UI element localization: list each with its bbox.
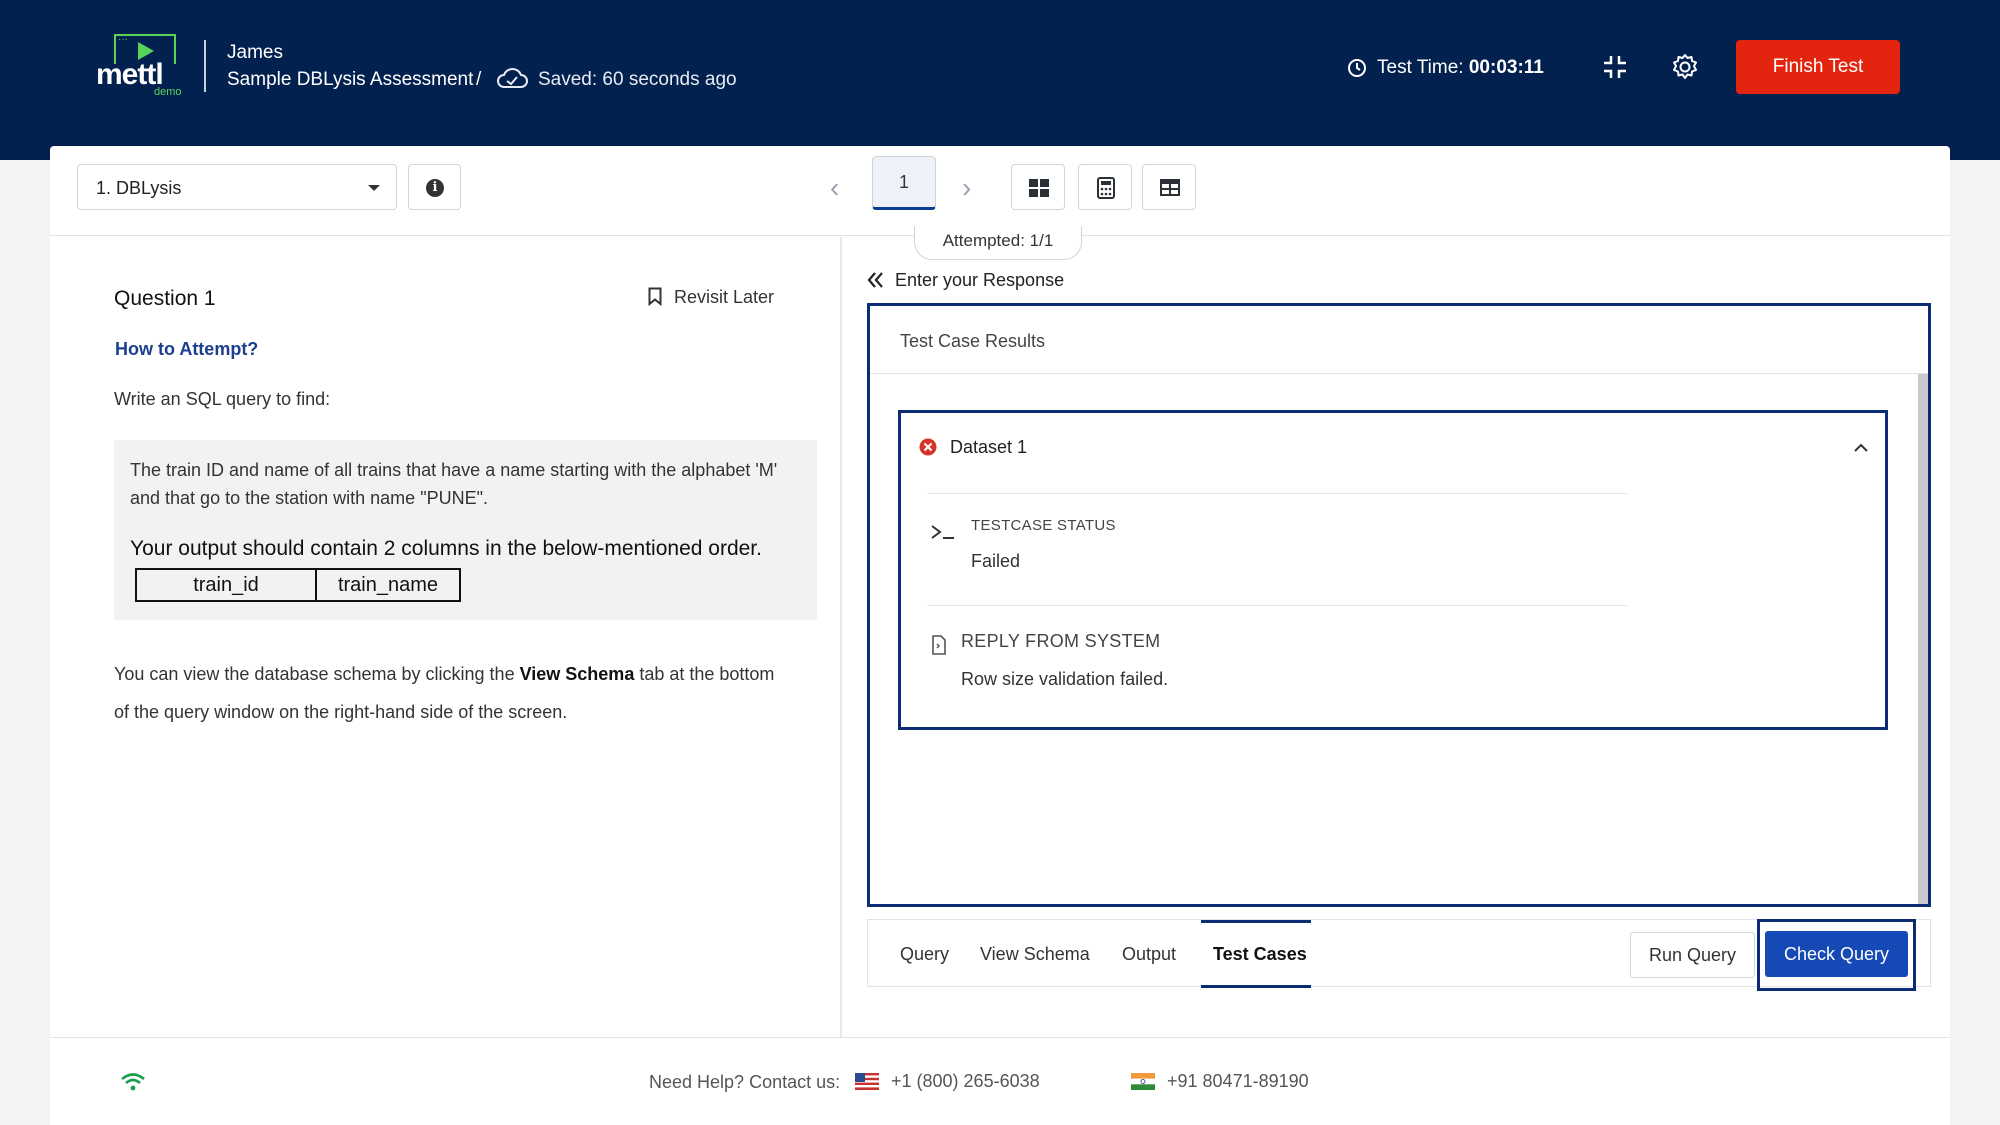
document-icon: [932, 635, 946, 655]
response-heading: Enter your Response: [895, 270, 1065, 290]
question-number-tab[interactable]: 1: [872, 156, 936, 210]
us-flag-icon: [855, 1073, 879, 1090]
info-button[interactable]: i: [408, 164, 461, 210]
chevron-right-icon[interactable]: ›: [962, 172, 971, 204]
run-query-button[interactable]: Run Query: [1630, 932, 1755, 978]
terminal-icon: [931, 525, 954, 539]
tab-test-cases[interactable]: Test Cases: [1213, 944, 1307, 965]
tab-view-schema[interactable]: View Schema: [980, 944, 1090, 965]
test-case-results-panel: Test Case Results Dataset 1 TESTCASE STA…: [867, 303, 1931, 907]
info-icon: i: [426, 179, 444, 197]
india-flag-icon: [1131, 1073, 1155, 1090]
section-select-value: 1. DBLysis: [96, 178, 182, 198]
gear-icon[interactable]: [1671, 53, 1699, 81]
grid-icon: [1029, 179, 1049, 197]
finish-test-button[interactable]: Finish Test: [1736, 40, 1900, 94]
testcase-status-value: Failed: [971, 551, 1021, 571]
question-title: Question 1: [114, 287, 216, 310]
double-chevron-left-icon[interactable]: [866, 270, 886, 290]
calculator-icon: [1097, 177, 1115, 199]
test-time-value: 00:03:11: [1468, 57, 1544, 78]
breadcrumb-separator: /: [476, 69, 482, 90]
clock-icon: [1348, 59, 1366, 77]
schema-instructions: You can view the database schema by clic…: [114, 664, 775, 722]
calculator-button[interactable]: [1078, 164, 1132, 210]
reply-from-system-value: Row size validation failed.: [961, 669, 1169, 689]
app-header: ··· mettl demo James Sample DBLysis Asse…: [0, 0, 2000, 160]
chevron-left-icon[interactable]: ‹: [830, 172, 839, 204]
saved-status: Saved: 60 seconds ago: [538, 69, 737, 90]
mettl-logo: ··· mettl demo: [96, 34, 182, 98]
help-label: Need Help? Contact us:: [649, 1072, 841, 1092]
test-time-label: Test Time:: [1377, 57, 1464, 78]
results-scrollbar[interactable]: [1918, 374, 1928, 904]
test-timer: Test Time: 00:03:11: [1377, 57, 1544, 79]
check-query-focus-ring: Check Query: [1757, 919, 1916, 991]
question-panel: Question 1 Revisit Later How to Attempt?…: [50, 237, 842, 1037]
output-note: Your output should contain 2 columns in …: [130, 537, 762, 560]
question-body: The train ID and name of all trains that…: [130, 460, 778, 508]
section-select[interactable]: 1. DBLysis: [77, 164, 397, 210]
question-intro: Write an SQL query to find:: [114, 389, 331, 409]
reply-from-system-label: REPLY FROM SYSTEM: [961, 631, 1161, 651]
grid-view-button[interactable]: [1011, 164, 1065, 210]
phone-us[interactable]: +1 (800) 265-6038: [891, 1071, 1040, 1092]
testcase-status-label: TESTCASE STATUS: [971, 517, 1116, 534]
bookmark-icon[interactable]: [648, 287, 662, 306]
header-divider: [204, 40, 206, 92]
assessment-name: Sample DBLysis Assessment: [227, 69, 474, 90]
revisit-later-button[interactable]: Revisit Later: [674, 287, 774, 308]
logo-demo-label: demo: [154, 86, 182, 98]
tab-query[interactable]: Query: [900, 944, 949, 965]
attempted-counter: Attempted: 1/1: [914, 226, 1082, 260]
help-footer: Need Help? Contact us: +1 (800) 265-6038…: [50, 1037, 1950, 1125]
cloud-check-icon: [497, 68, 528, 88]
dataset-name: Dataset 1: [950, 437, 1028, 457]
phone-india[interactable]: +91 80471-89190: [1167, 1071, 1309, 1092]
dataset-card: Dataset 1 TESTCASE STATUS Failed REPLY F…: [898, 410, 1888, 730]
output-columns-table: train_id train_name: [135, 568, 461, 602]
question-toolbar: 1. DBLysis i ‹ 1 ›: [50, 146, 1950, 236]
how-to-attempt-link[interactable]: How to Attempt?: [115, 339, 258, 360]
check-query-button[interactable]: Check Query: [1765, 931, 1908, 977]
view-schema-reference: View Schema: [519, 664, 635, 684]
results-panel-title: Test Case Results: [900, 331, 1046, 351]
column-header: train_id: [135, 568, 317, 602]
failed-x-icon: [919, 438, 937, 456]
tab-output[interactable]: Output: [1122, 944, 1176, 965]
exit-fullscreen-icon[interactable]: [1602, 54, 1628, 80]
divider: [927, 493, 1627, 494]
caret-down-icon: [368, 185, 380, 191]
user-name: James: [227, 42, 283, 63]
wifi-icon: [121, 1073, 145, 1091]
divider: [927, 605, 1627, 606]
chevron-up-icon[interactable]: [1853, 441, 1869, 453]
logo-text: mettl: [96, 58, 164, 91]
column-header: train_name: [315, 568, 461, 602]
table-icon: [1160, 179, 1180, 196]
main-card: 1. DBLysis i ‹ 1 › Attempted: 1/1 Questi…: [50, 146, 1950, 1125]
question-body-box: The train ID and name of all trains that…: [114, 440, 817, 620]
results-panel-header: Test Case Results: [870, 306, 1928, 374]
table-button[interactable]: [1142, 164, 1196, 210]
